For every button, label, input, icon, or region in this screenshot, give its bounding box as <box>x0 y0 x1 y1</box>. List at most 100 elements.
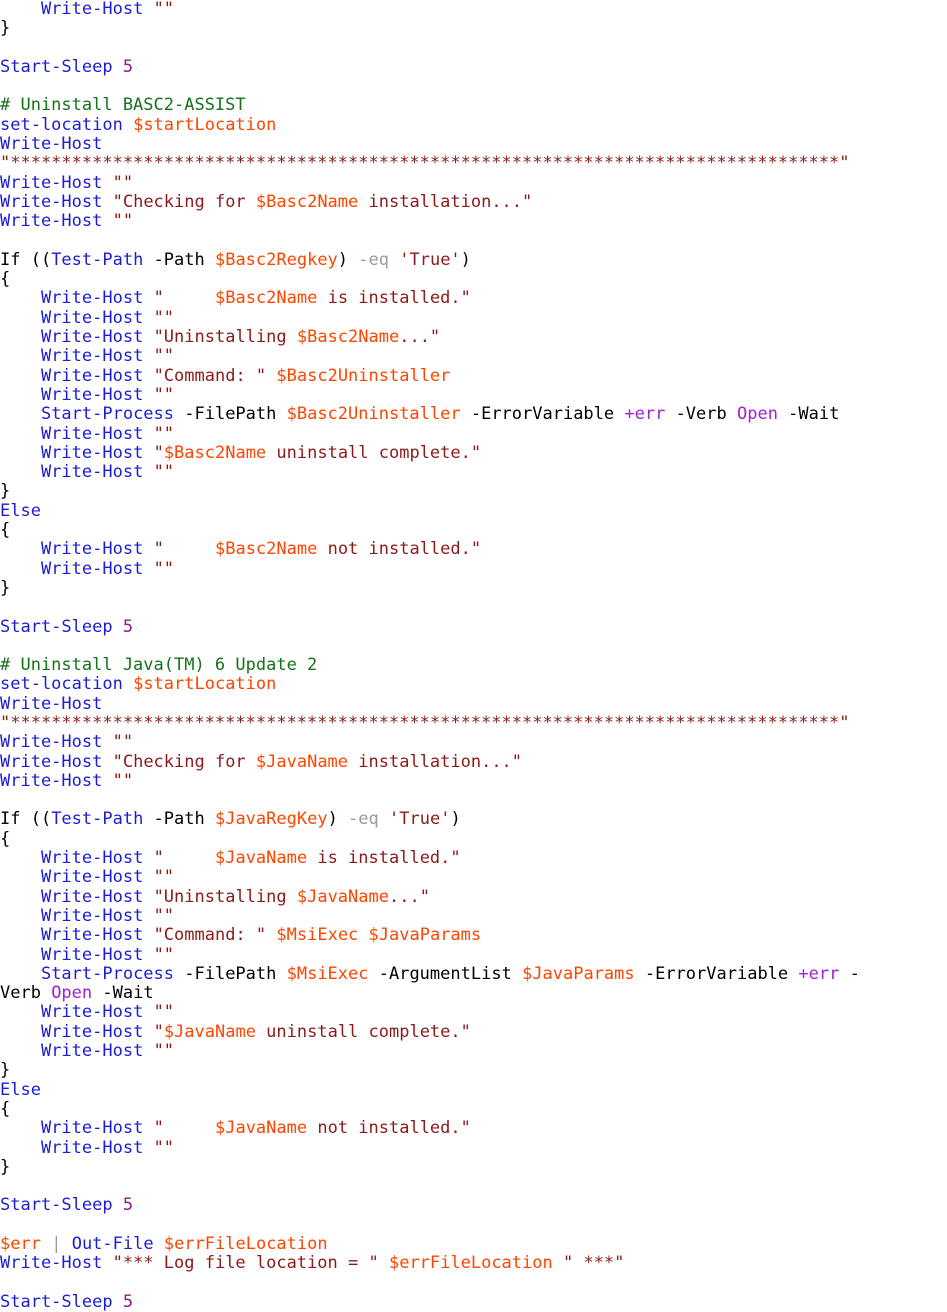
code-token-str: uninstall complete." <box>255 1021 471 1042</box>
code-line[interactable]: Start-Process -FilePath $Basc2Uninstalle… <box>0 405 947 424</box>
code-line[interactable]: } <box>0 1061 947 1080</box>
code-token-cmd: Write-Host <box>40 886 144 907</box>
code-line[interactable]: Write-Host "" <box>0 868 947 887</box>
code-token-pln <box>0 404 41 424</box>
code-line[interactable]: Else <box>0 501 947 521</box>
code-line[interactable]: set-location $startLocation <box>0 115 947 135</box>
code-line[interactable]: Start-Process -FilePath $MsiExec -Argume… <box>0 963 947 984</box>
code-line[interactable]: Write-Host "" <box>0 307 947 328</box>
code-token-pln <box>102 173 112 193</box>
code-line[interactable]: Write-Host "Checking for $Basc2Name inst… <box>0 192 947 212</box>
code-line[interactable]: Write-Host " $Basc2Name not installed." <box>0 540 947 559</box>
code-line[interactable]: Write-Host <box>0 134 947 154</box>
code-line[interactable]: Write-Host "$JavaName uninstall complete… <box>0 1021 947 1042</box>
code-line[interactable]: Else <box>0 1080 947 1100</box>
code-line[interactable] <box>0 1216 947 1235</box>
code-token-str: not installed." <box>307 1118 471 1139</box>
code-line[interactable] <box>0 1274 947 1293</box>
code-token-cmd: Write-Host <box>40 1118 144 1139</box>
code-token-num: 5 <box>122 1291 134 1312</box>
code-line[interactable] <box>0 598 947 617</box>
code-line[interactable]: { <box>0 829 947 849</box>
code-token-pln <box>358 925 368 945</box>
code-line[interactable]: Write-Host "" <box>0 424 947 444</box>
code-line[interactable] <box>0 39 947 58</box>
code-line[interactable]: # Uninstall BASC2-ASSIST <box>0 96 947 115</box>
code-line[interactable]: Write-Host "" <box>0 1003 947 1022</box>
code-token-pln <box>0 848 41 868</box>
code-line[interactable]: If ((Test-Path -Path $JavaRegKey) -eq 'T… <box>0 810 947 829</box>
code-line[interactable]: Start-Sleep 5 <box>0 57 947 77</box>
code-token-pln <box>143 1022 153 1042</box>
code-line[interactable] <box>0 77 947 96</box>
code-token-num: 5 <box>122 616 134 637</box>
code-token-pln: } <box>0 481 11 502</box>
code-line[interactable]: } <box>0 578 947 598</box>
code-token-str: " <box>153 1021 164 1042</box>
code-token-pln <box>266 925 276 945</box>
code-line[interactable]: Write-Host "Uninstalling $Basc2Name..." <box>0 327 947 347</box>
code-line[interactable]: Write-Host " $JavaName not installed." <box>0 1119 947 1138</box>
code-token-pln: -ErrorVariable <box>634 963 799 984</box>
code-line[interactable]: } <box>0 482 947 501</box>
code-line[interactable]: Write-Host "Command: " $MsiExec $JavaPar… <box>0 926 947 945</box>
code-line[interactable]: Write-Host "" <box>0 1138 947 1158</box>
code-line[interactable]: Start-Sleep 5 <box>0 1291 947 1312</box>
code-token-str: "" <box>153 1002 175 1023</box>
code-token-cmd: Write-Host <box>40 944 144 965</box>
code-line[interactable]: # Uninstall Java(TM) 6 Update 2 <box>0 655 947 675</box>
code-line[interactable]: Write-Host "" <box>0 462 947 482</box>
code-line[interactable]: Write-Host "" <box>0 1041 947 1061</box>
code-line[interactable]: Write-Host <box>0 694 947 714</box>
code-token-var: $startLocation <box>133 674 277 695</box>
code-line[interactable]: Write-Host "" <box>0 944 947 965</box>
code-line[interactable] <box>0 1177 947 1196</box>
code-line[interactable]: Write-Host "" <box>0 384 947 405</box>
code-token-cmd: Test-Path <box>51 809 144 830</box>
code-line[interactable]: { <box>0 520 947 540</box>
code-token-cmd: Write-Host <box>0 770 103 791</box>
code-line[interactable]: Write-Host "" <box>0 173 947 193</box>
code-line[interactable]: Start-Sleep 5 <box>0 616 947 637</box>
code-token-cmd: Write-Host <box>40 384 144 405</box>
code-line[interactable]: Write-Host "$Basc2Name uninstall complet… <box>0 443 947 463</box>
code-line[interactable]: Write-Host "" <box>0 347 947 366</box>
code-token-pln <box>143 887 153 907</box>
code-line[interactable]: { <box>0 270 947 289</box>
code-token-pln <box>143 346 153 366</box>
code-token-str: "" <box>112 211 134 232</box>
code-line[interactable]: Write-Host " $Basc2Name is installed." <box>0 289 947 308</box>
code-line[interactable]: Write-Host "" <box>0 906 947 926</box>
code-token-mag: Open <box>51 983 93 1004</box>
code-line[interactable]: Write-Host "" <box>0 0 947 19</box>
powershell-code-listing[interactable]: Write-Host ""} Start-Sleep 5 # Uninstall… <box>0 0 947 1312</box>
code-line[interactable]: Write-Host "Checking for $JavaName insta… <box>0 752 947 772</box>
code-line[interactable] <box>0 637 947 656</box>
code-line[interactable]: Write-Host "Uninstalling $JavaName..." <box>0 886 947 907</box>
code-line[interactable]: Start-Sleep 5 <box>0 1196 947 1215</box>
code-line[interactable] <box>0 232 947 251</box>
code-line[interactable] <box>0 791 947 810</box>
code-line[interactable]: Write-Host "" <box>0 559 947 579</box>
code-token-pln <box>143 288 153 308</box>
code-token-str: "" <box>112 732 134 753</box>
code-line[interactable]: { <box>0 1099 947 1119</box>
code-line[interactable]: Write-Host "Command: " $Basc2Uninstaller <box>0 366 947 386</box>
code-line[interactable]: Write-Host "" <box>0 733 947 752</box>
code-line[interactable]: If ((Test-Path -Path $Basc2Regkey) -eq '… <box>0 250 947 270</box>
code-line[interactable]: set-location $startLocation <box>0 675 947 694</box>
code-token-cmd: Write-Host <box>40 307 144 328</box>
code-line[interactable]: "***************************************… <box>0 713 947 733</box>
code-token-pln: Verb <box>0 983 52 1004</box>
code-token-pln <box>143 366 153 386</box>
code-line[interactable]: Write-Host "" <box>0 770 947 791</box>
code-line[interactable]: Write-Host "" <box>0 212 947 231</box>
code-token-pln: - <box>839 963 860 984</box>
code-line[interactable]: } <box>0 1157 947 1177</box>
code-line[interactable]: Write-Host "*** Log file location = " $e… <box>0 1254 947 1273</box>
code-line[interactable]: Verb Open -Wait <box>0 983 947 1004</box>
code-line[interactable]: $err | Out-File $errFileLocation <box>0 1234 947 1254</box>
code-line[interactable]: "***************************************… <box>0 154 947 173</box>
code-line[interactable]: } <box>0 19 947 38</box>
code-line[interactable]: Write-Host " $JavaName is installed." <box>0 848 947 868</box>
